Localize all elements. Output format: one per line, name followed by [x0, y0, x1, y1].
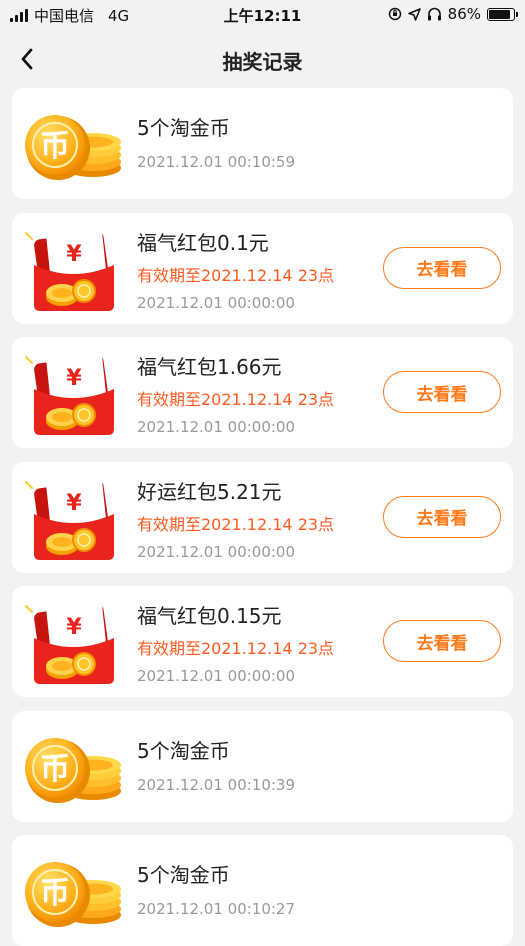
- record-info: 福气红包0.15元有效期至2021.12.14 23点 2021.12.01 00…: [137, 600, 393, 685]
- record-timestamp: 2021.12.01 00:10:59: [137, 153, 296, 171]
- status-bar: 中国电信 4G 上午12:11 86%: [0, 0, 525, 30]
- view-button[interactable]: 去看看: [383, 371, 501, 413]
- view-button[interactable]: 去看看: [383, 620, 501, 662]
- record-timestamp: 2021.12.01 00:10:39: [137, 775, 296, 794]
- svg-text:币: 币: [40, 129, 70, 164]
- taobao-coin-icon: 币: [18, 723, 128, 811]
- page-title: 抽奖记录: [222, 50, 303, 74]
- battery-icon: [487, 7, 518, 21]
- record-info: 5个淘金币 2021.12.01 00:10:39: [137, 735, 393, 794]
- status-bar-right: 86%: [388, 5, 518, 23]
- headphones-icon: [427, 7, 441, 21]
- record-info: 5个淘金币 2021.12.01 00:10:59: [137, 112, 393, 171]
- record-card: ¥ 福气红包0.1元有效期至2021.12.14 23点 2021.12.01 0…: [12, 212, 513, 324]
- record-validity: 有效期至2021.12.14 23点: [137, 390, 335, 409]
- taobao-coin-icon: 币: [18, 847, 128, 935]
- record-info: 福气红包1.66元有效期至2021.12.14 23点 2021.12.01 00…: [137, 351, 393, 436]
- record-timestamp: 2021.12.01 00:10:27: [137, 900, 296, 918]
- screen-rotation-lock-icon: [388, 7, 401, 21]
- record-card: ¥ 好运红包5.21元有效期至2021.12.14 23点 2021.12.01 …: [12, 461, 513, 573]
- lottery-record-list: 币 5个淘金币 2021.12.01 00:10:59 ¥ 福气红包0.1元有效期…: [0, 88, 525, 946]
- record-info: 5个淘金币 2021.12.01 00:10:27: [137, 859, 393, 918]
- svg-text:币: 币: [40, 752, 70, 787]
- svg-text:¥: ¥: [66, 242, 82, 267]
- record-validity: 有效期至2021.12.14 23点: [137, 514, 335, 534]
- record-title: 好运红包5.21元: [137, 479, 282, 504]
- red-packet-icon: ¥: [18, 598, 128, 686]
- record-title: 5个淘金币: [137, 116, 230, 140]
- record-title: 5个淘金币: [137, 863, 230, 887]
- red-packet-icon: ¥: [18, 474, 128, 562]
- location-arrow-icon: [407, 7, 421, 21]
- view-button[interactable]: 去看看: [383, 246, 501, 289]
- battery-percentage: 86%: [447, 5, 481, 23]
- svg-text:¥: ¥: [66, 491, 82, 516]
- record-timestamp: 2021.12.01 00:00:00: [137, 293, 296, 312]
- record-title: 5个淘金币: [137, 738, 230, 763]
- record-card: 币 5个淘金币 2021.12.01 00:10:39: [12, 710, 513, 822]
- record-card: ¥ 福气红包0.15元有效期至2021.12.14 23点 2021.12.01 …: [12, 586, 513, 697]
- record-info: 好运红包5.21元有效期至2021.12.14 23点 2021.12.01 00…: [137, 476, 393, 561]
- record-timestamp: 2021.12.01 00:00:00: [137, 667, 296, 685]
- record-title: 福气红包0.15元: [137, 604, 282, 628]
- red-packet-icon: ¥: [18, 225, 128, 313]
- record-title: 福气红包0.1元: [137, 230, 269, 255]
- svg-text:币: 币: [40, 876, 70, 911]
- record-card: ¥ 福气红包1.66元有效期至2021.12.14 23点 2021.12.01 …: [12, 337, 513, 448]
- record-card: 币 5个淘金币 2021.12.01 00:10:59: [12, 88, 513, 199]
- red-packet-icon: ¥: [18, 349, 128, 437]
- svg-text:¥: ¥: [66, 615, 82, 640]
- svg-text:¥: ¥: [66, 366, 82, 391]
- record-card: 币 5个淘金币 2021.12.01 00:10:27: [12, 835, 513, 946]
- taobao-coin-icon: 币: [18, 100, 128, 188]
- record-title: 福气红包1.66元: [137, 355, 282, 379]
- record-timestamp: 2021.12.01 00:00:00: [137, 418, 296, 436]
- view-button[interactable]: 去看看: [383, 495, 501, 538]
- record-validity: 有效期至2021.12.14 23点: [137, 639, 335, 658]
- record-validity: 有效期至2021.12.14 23点: [137, 265, 335, 285]
- record-timestamp: 2021.12.01 00:00:00: [137, 542, 296, 561]
- record-info: 福气红包0.1元有效期至2021.12.14 23点 2021.12.01 00:…: [137, 227, 393, 312]
- navigation-bar: 抽奖记录: [0, 30, 525, 88]
